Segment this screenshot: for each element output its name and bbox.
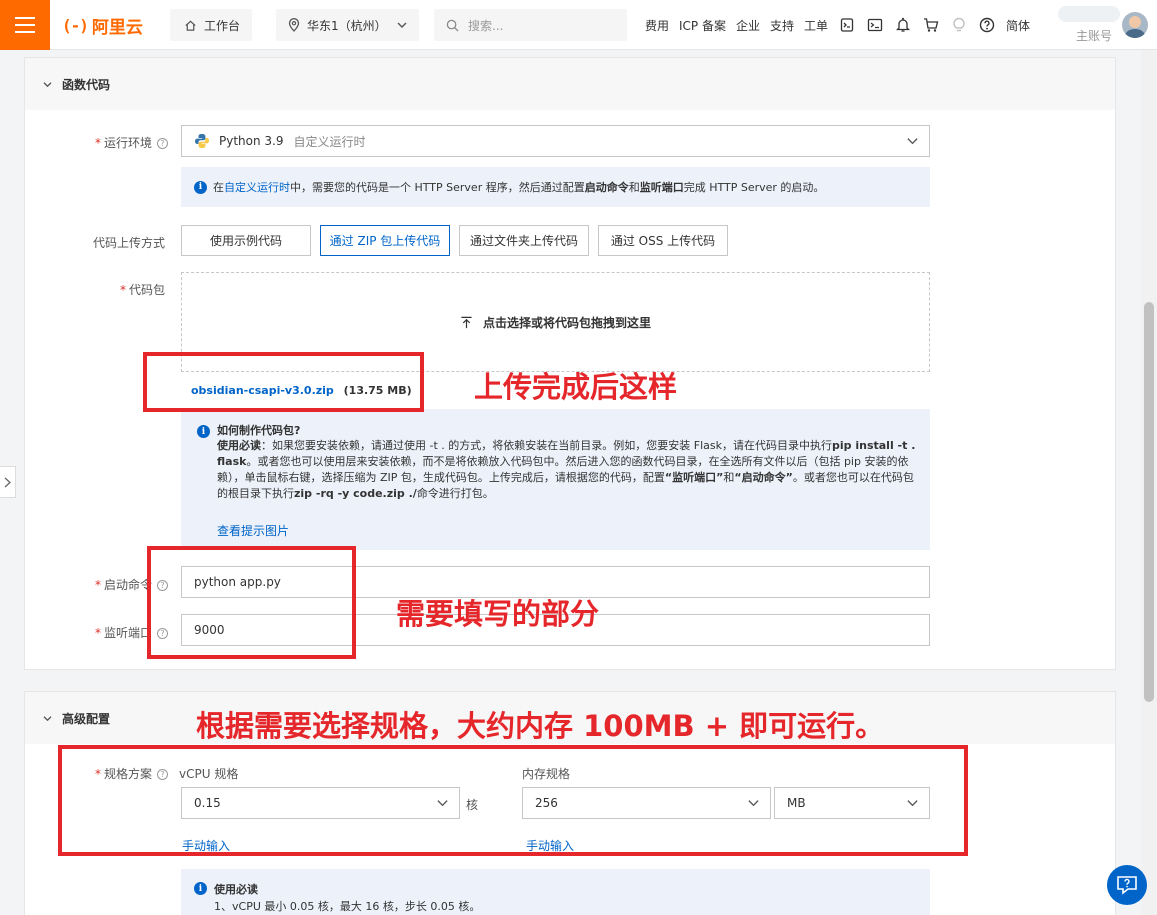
runtime-value: Python 3.9 [219, 134, 284, 148]
chat-help-icon [1117, 876, 1137, 895]
sidebar-expand-tab[interactable] [0, 466, 16, 498]
search-placeholder: 搜索... [468, 18, 504, 33]
info-icon: i [194, 882, 207, 895]
howto-text: 使用必读：如果您要安装依赖，请通过使用 -t . 的方式，将依赖安装在当前目录。… [217, 439, 916, 500]
scrollbar-thumb[interactable] [1144, 302, 1154, 702]
search-icon [446, 19, 459, 32]
notice-line-1: 1、vCPU 最小 0.05 核，最大 16 核，步长 0.05 核。 [214, 900, 481, 913]
spec-notice-box: i 使用必读 1、vCPU 最小 0.05 核，最大 16 核，步长 0.05 … [181, 869, 930, 915]
notice-title: 使用必读 [214, 883, 258, 896]
hamburger-menu-icon[interactable] [0, 0, 50, 50]
page-scrollbar[interactable] [1141, 50, 1157, 915]
link-enterprise[interactable]: 企业 [731, 17, 765, 34]
floating-help-button[interactable] [1107, 865, 1147, 905]
link-ticket[interactable]: 工单 [799, 17, 833, 34]
dropzone-text: 点击选择或将代码包拖拽到这里 [482, 315, 651, 330]
section-title: 高级配置 [62, 711, 111, 726]
link-icp[interactable]: ICP 备案 [674, 17, 731, 34]
runtime-info-box: i 在自定义运行时中，需要您的代码是一个 HTTP Server 程序，然后通过… [181, 167, 930, 207]
python-logo-icon [195, 134, 209, 148]
runtime-label: * 运行环境? [60, 134, 168, 151]
chevron-down-icon [43, 715, 52, 721]
workbench-label: 工作台 [204, 18, 241, 33]
code-package-label: * 代码包 [119, 283, 165, 297]
aliyun-logo[interactable]: (-) 阿里云 [62, 13, 143, 38]
annotation-note-fields: 需要填写的部分 [396, 597, 600, 631]
terminal-icon[interactable] [861, 0, 889, 50]
upload-oss-button[interactable]: 通过 OSS 上传代码 [598, 225, 728, 256]
upload-folder-button[interactable]: 通过文件夹上传代码 [459, 225, 589, 256]
chevron-down-icon [43, 81, 52, 87]
info-icon: i [197, 425, 210, 438]
chevron-down-icon [907, 138, 918, 145]
cart-icon[interactable] [917, 0, 945, 50]
workbench-button[interactable]: 工作台 [170, 9, 252, 41]
account-name-redacted [1058, 6, 1120, 22]
bell-icon[interactable] [889, 0, 917, 50]
lightbulb-icon[interactable] [945, 0, 973, 50]
upload-zip-button[interactable]: 通过 ZIP 包上传代码 [320, 225, 450, 256]
chevron-down-icon [397, 22, 407, 28]
function-code-header[interactable]: 函数代码 [25, 58, 1115, 110]
howto-title: 如何制作代码包? [217, 424, 301, 437]
info-icon: i [194, 180, 207, 194]
link-fees[interactable]: 费用 [640, 17, 674, 34]
link-support[interactable]: 支持 [765, 17, 799, 34]
search-input[interactable]: 搜索... [434, 9, 627, 41]
section-title: 函数代码 [62, 77, 111, 92]
logo-mark-icon: (-) [62, 15, 89, 35]
home-icon [185, 20, 196, 31]
annotation-box-spec [58, 745, 968, 856]
annotation-box-upload [143, 352, 424, 412]
upload-icon [461, 316, 472, 328]
code-package-howto-box: i 如何制作代码包? 使用必读：如果您要安装依赖，请通过使用 -t . 的方式，… [181, 409, 930, 550]
upload-sample-code-button[interactable]: 使用示例代码 [181, 225, 311, 256]
runtime-select[interactable]: Python 3.9 自定义运行时 [181, 125, 930, 157]
region-selector[interactable]: 华东1（杭州） [276, 9, 419, 41]
runtime-info-text: 在自定义运行时中，需要您的代码是一个 HTTP Server 程序，然后通过配置… [213, 181, 825, 194]
account-label[interactable]: 主账号 [1076, 27, 1112, 44]
chevron-right-icon [4, 477, 11, 487]
custom-runtime-link[interactable]: 自定义运行时 [224, 181, 290, 194]
top-links: 费用 ICP 备案 企业 支持 工单 简体 [640, 0, 1035, 50]
cloud-shell-icon[interactable] [833, 0, 861, 50]
logo-text: 阿里云 [91, 17, 143, 38]
avatar[interactable] [1122, 12, 1148, 38]
language-switch[interactable]: 简体 [1001, 17, 1035, 34]
annotation-note-upload: 上传完成后这样 [474, 370, 678, 404]
help-icon[interactable] [973, 0, 1001, 50]
help-circle-icon[interactable]: ? [157, 138, 168, 149]
view-hint-image-link[interactable]: 查看提示图片 [217, 522, 289, 539]
region-label: 华东1（杭州） [307, 18, 387, 33]
annotation-note-spec: 根据需要选择规格，大约内存 100MB + 即可运行。 [196, 709, 885, 743]
annotation-box-fields [147, 546, 356, 659]
upload-method-label: 代码上传方式 [92, 236, 165, 250]
top-navigation-bar: (-) 阿里云 工作台 华东1（杭州） 搜索... 费用 ICP 备案 企业 支… [0, 0, 1157, 50]
runtime-subtitle: 自定义运行时 [293, 134, 366, 149]
location-pin-icon [288, 18, 300, 32]
